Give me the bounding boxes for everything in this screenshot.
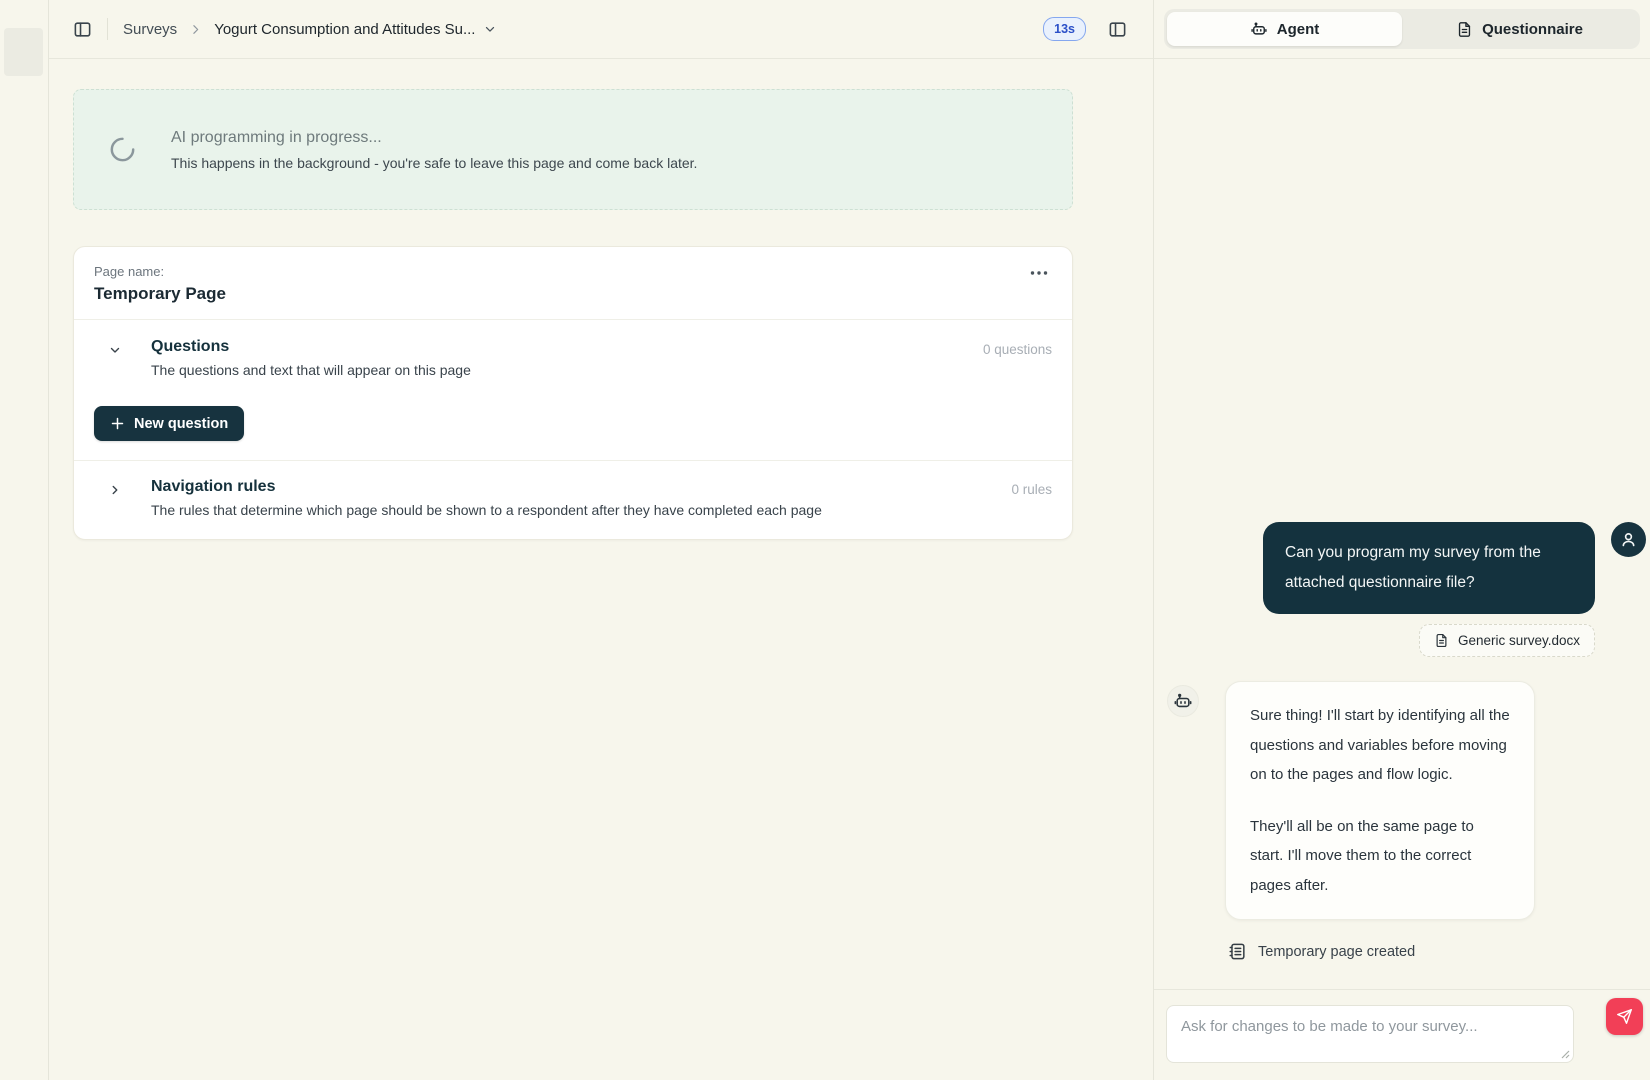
chat-panel-toggle-button[interactable]	[1106, 18, 1129, 41]
tab-questionnaire-label: Questionnaire	[1482, 21, 1583, 38]
main-column: Surveys Yogurt Consumption and Attitudes…	[49, 0, 1153, 1080]
tab-agent-label: Agent	[1277, 21, 1320, 38]
breadcrumb-surveys-link[interactable]: Surveys	[123, 21, 177, 38]
assistant-message-row: Sure thing! I'll start by identifying al…	[1167, 681, 1646, 920]
robot-icon	[1173, 691, 1193, 711]
questions-count: 0 questions	[983, 338, 1052, 357]
send-icon	[1616, 1008, 1633, 1025]
navigation-rules-title: Navigation rules	[151, 478, 822, 496]
robot-icon	[1250, 20, 1268, 38]
chevron-down-icon	[483, 22, 497, 36]
person-icon	[1619, 530, 1638, 549]
tool-note-row: Temporary page created	[1228, 942, 1646, 961]
new-question-label: New question	[134, 416, 228, 432]
assistant-message-bubble: Sure thing! I'll start by identifying al…	[1225, 681, 1535, 920]
breadcrumb-current-label: Yogurt Consumption and Attitudes Su...	[214, 21, 475, 38]
header-divider	[107, 18, 108, 40]
panel-left-icon	[73, 20, 92, 39]
page-title: Temporary Page	[94, 284, 226, 304]
plus-icon	[110, 416, 125, 431]
navigation-rules-subtitle: The rules that determine which page shou…	[151, 502, 822, 518]
attachment-row: Generic survey.docx	[1167, 624, 1595, 657]
tab-questionnaire[interactable]: Questionnaire	[1402, 12, 1637, 46]
tab-agent[interactable]: Agent	[1167, 12, 1402, 46]
breadcrumb-separator-icon	[189, 23, 202, 36]
attachment-name: Generic survey.docx	[1458, 633, 1580, 648]
user-avatar[interactable]	[1611, 522, 1646, 557]
new-question-button[interactable]: New question	[94, 406, 244, 441]
breadcrumb-current-survey[interactable]: Yogurt Consumption and Attitudes Su...	[214, 21, 497, 38]
assistant-paragraph: Sure thing! I'll start by identifying al…	[1250, 701, 1510, 790]
panel-right-icon	[1108, 20, 1127, 39]
sidebar-placeholder-block	[4, 28, 43, 76]
ai-progress-banner: AI programming in progress... This happe…	[73, 89, 1073, 210]
banner-title: AI programming in progress...	[171, 129, 697, 147]
breadcrumb: Surveys Yogurt Consumption and Attitudes…	[123, 21, 497, 38]
assistant-paragraph: They'll all be on the same page to start…	[1250, 812, 1510, 901]
document-icon	[1456, 21, 1473, 38]
notebook-icon	[1228, 942, 1247, 961]
main-header: Surveys Yogurt Consumption and Attitudes…	[49, 0, 1153, 59]
page-menu-button[interactable]	[1026, 264, 1052, 282]
user-message-bubble: Can you program my survey from the attac…	[1263, 522, 1595, 614]
panel-tabs: Agent Questionnaire	[1164, 9, 1640, 49]
questions-subtitle: The questions and text that will appear …	[151, 362, 471, 378]
questions-section-header[interactable]: Questions The questions and text that wi…	[74, 320, 1072, 394]
collapsed-sidebar	[0, 0, 49, 1080]
banner-subtitle: This happens in the background - you're …	[171, 155, 697, 171]
chat-input[interactable]	[1166, 1005, 1574, 1063]
chevron-down-icon[interactable]	[108, 343, 124, 357]
chat-composer	[1154, 989, 1650, 1080]
tool-note-text: Temporary page created	[1258, 944, 1415, 960]
navigation-rules-count: 0 rules	[1011, 478, 1052, 497]
navigation-rules-section-header[interactable]: Navigation rules The rules that determin…	[74, 461, 1072, 539]
file-icon	[1434, 633, 1449, 648]
ellipsis-icon	[1030, 270, 1048, 276]
assistant-avatar	[1167, 685, 1199, 717]
page-name-label: Page name:	[94, 264, 226, 279]
questions-title: Questions	[151, 338, 471, 356]
attachment-chip[interactable]: Generic survey.docx	[1419, 624, 1595, 657]
user-message-row: Can you program my survey from the attac…	[1167, 522, 1646, 614]
spinner-icon	[109, 136, 136, 163]
send-button[interactable]	[1606, 998, 1643, 1035]
page-card: Page name: Temporary Page Qu	[73, 246, 1073, 540]
chevron-right-icon[interactable]	[108, 483, 124, 497]
sidebar-toggle-button[interactable]	[71, 18, 94, 41]
chat-panel: Agent Questionnaire Can you program my s…	[1153, 0, 1650, 1080]
chat-thread: Can you program my survey from the attac…	[1154, 59, 1650, 989]
timer-badge: 13s	[1043, 17, 1086, 42]
